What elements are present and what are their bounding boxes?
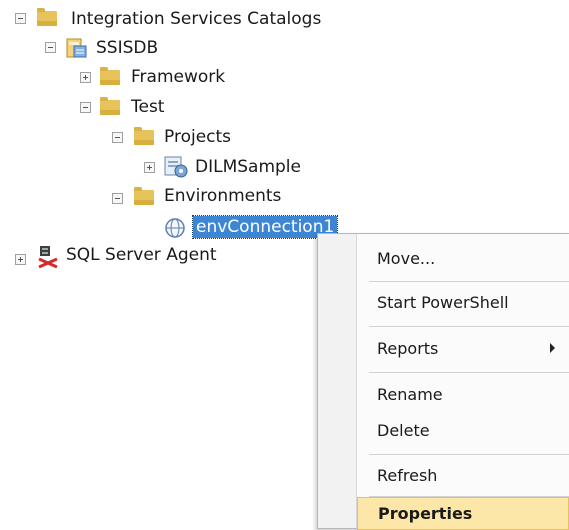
tree-node-environment-selected[interactable]: envConnection1 xyxy=(191,215,339,239)
menu-item-refresh[interactable]: Refresh xyxy=(357,458,569,492)
tree-node-ssisdb[interactable]: SSISDB xyxy=(96,37,158,59)
menu-icon-gutter xyxy=(318,234,357,528)
projects-collapse-toggle[interactable] xyxy=(112,132,123,143)
tree-node-catalogs[interactable]: Integration Services Catalogs xyxy=(71,8,321,30)
tree-node-agent[interactable]: SQL Server Agent xyxy=(66,244,217,266)
folder-icon xyxy=(134,187,154,205)
framework-expand-toggle[interactable] xyxy=(80,72,91,83)
submenu-arrow-icon xyxy=(550,343,555,353)
context-menu: Move... Start PowerShell Reports Rename … xyxy=(317,233,569,530)
menu-item-delete[interactable]: Delete xyxy=(357,413,569,447)
tree-node-environments[interactable]: Environments xyxy=(164,185,281,207)
menu-separator xyxy=(369,281,569,282)
menu-item-move[interactable]: Move... xyxy=(357,241,569,275)
menu-separator xyxy=(369,454,569,455)
tree-node-project[interactable]: DILMSample xyxy=(195,156,301,178)
project-expand-toggle[interactable] xyxy=(144,162,155,173)
tree-node-framework[interactable]: Framework xyxy=(131,66,225,88)
environment-icon xyxy=(164,217,186,239)
menu-separator xyxy=(369,326,569,327)
menu-item-reports[interactable]: Reports xyxy=(357,331,569,365)
ssisdb-collapse-toggle[interactable] xyxy=(45,42,56,53)
menu-body: Move... Start PowerShell Reports Rename … xyxy=(357,234,569,530)
tree-node-projects[interactable]: Projects xyxy=(164,126,231,148)
menu-item-reports-label: Reports xyxy=(377,338,439,358)
agent-expand-toggle[interactable] xyxy=(15,254,26,265)
database-catalog-icon xyxy=(66,37,88,59)
tree-node-test[interactable]: Test xyxy=(131,96,164,118)
catalogs-collapse-toggle[interactable] xyxy=(15,13,26,24)
ssis-project-icon xyxy=(163,155,189,179)
folder-icon xyxy=(100,97,120,115)
menu-item-properties[interactable]: Properties xyxy=(357,497,569,530)
folder-icon xyxy=(134,127,154,145)
menu-item-start-powershell[interactable]: Start PowerShell xyxy=(357,285,569,319)
test-collapse-toggle[interactable] xyxy=(80,102,91,113)
menu-item-rename[interactable]: Rename xyxy=(357,377,569,411)
menu-separator xyxy=(369,372,569,373)
folder-icon xyxy=(100,67,120,85)
sql-agent-icon xyxy=(37,245,59,269)
folder-icon xyxy=(37,8,57,26)
environments-collapse-toggle[interactable] xyxy=(112,193,123,204)
